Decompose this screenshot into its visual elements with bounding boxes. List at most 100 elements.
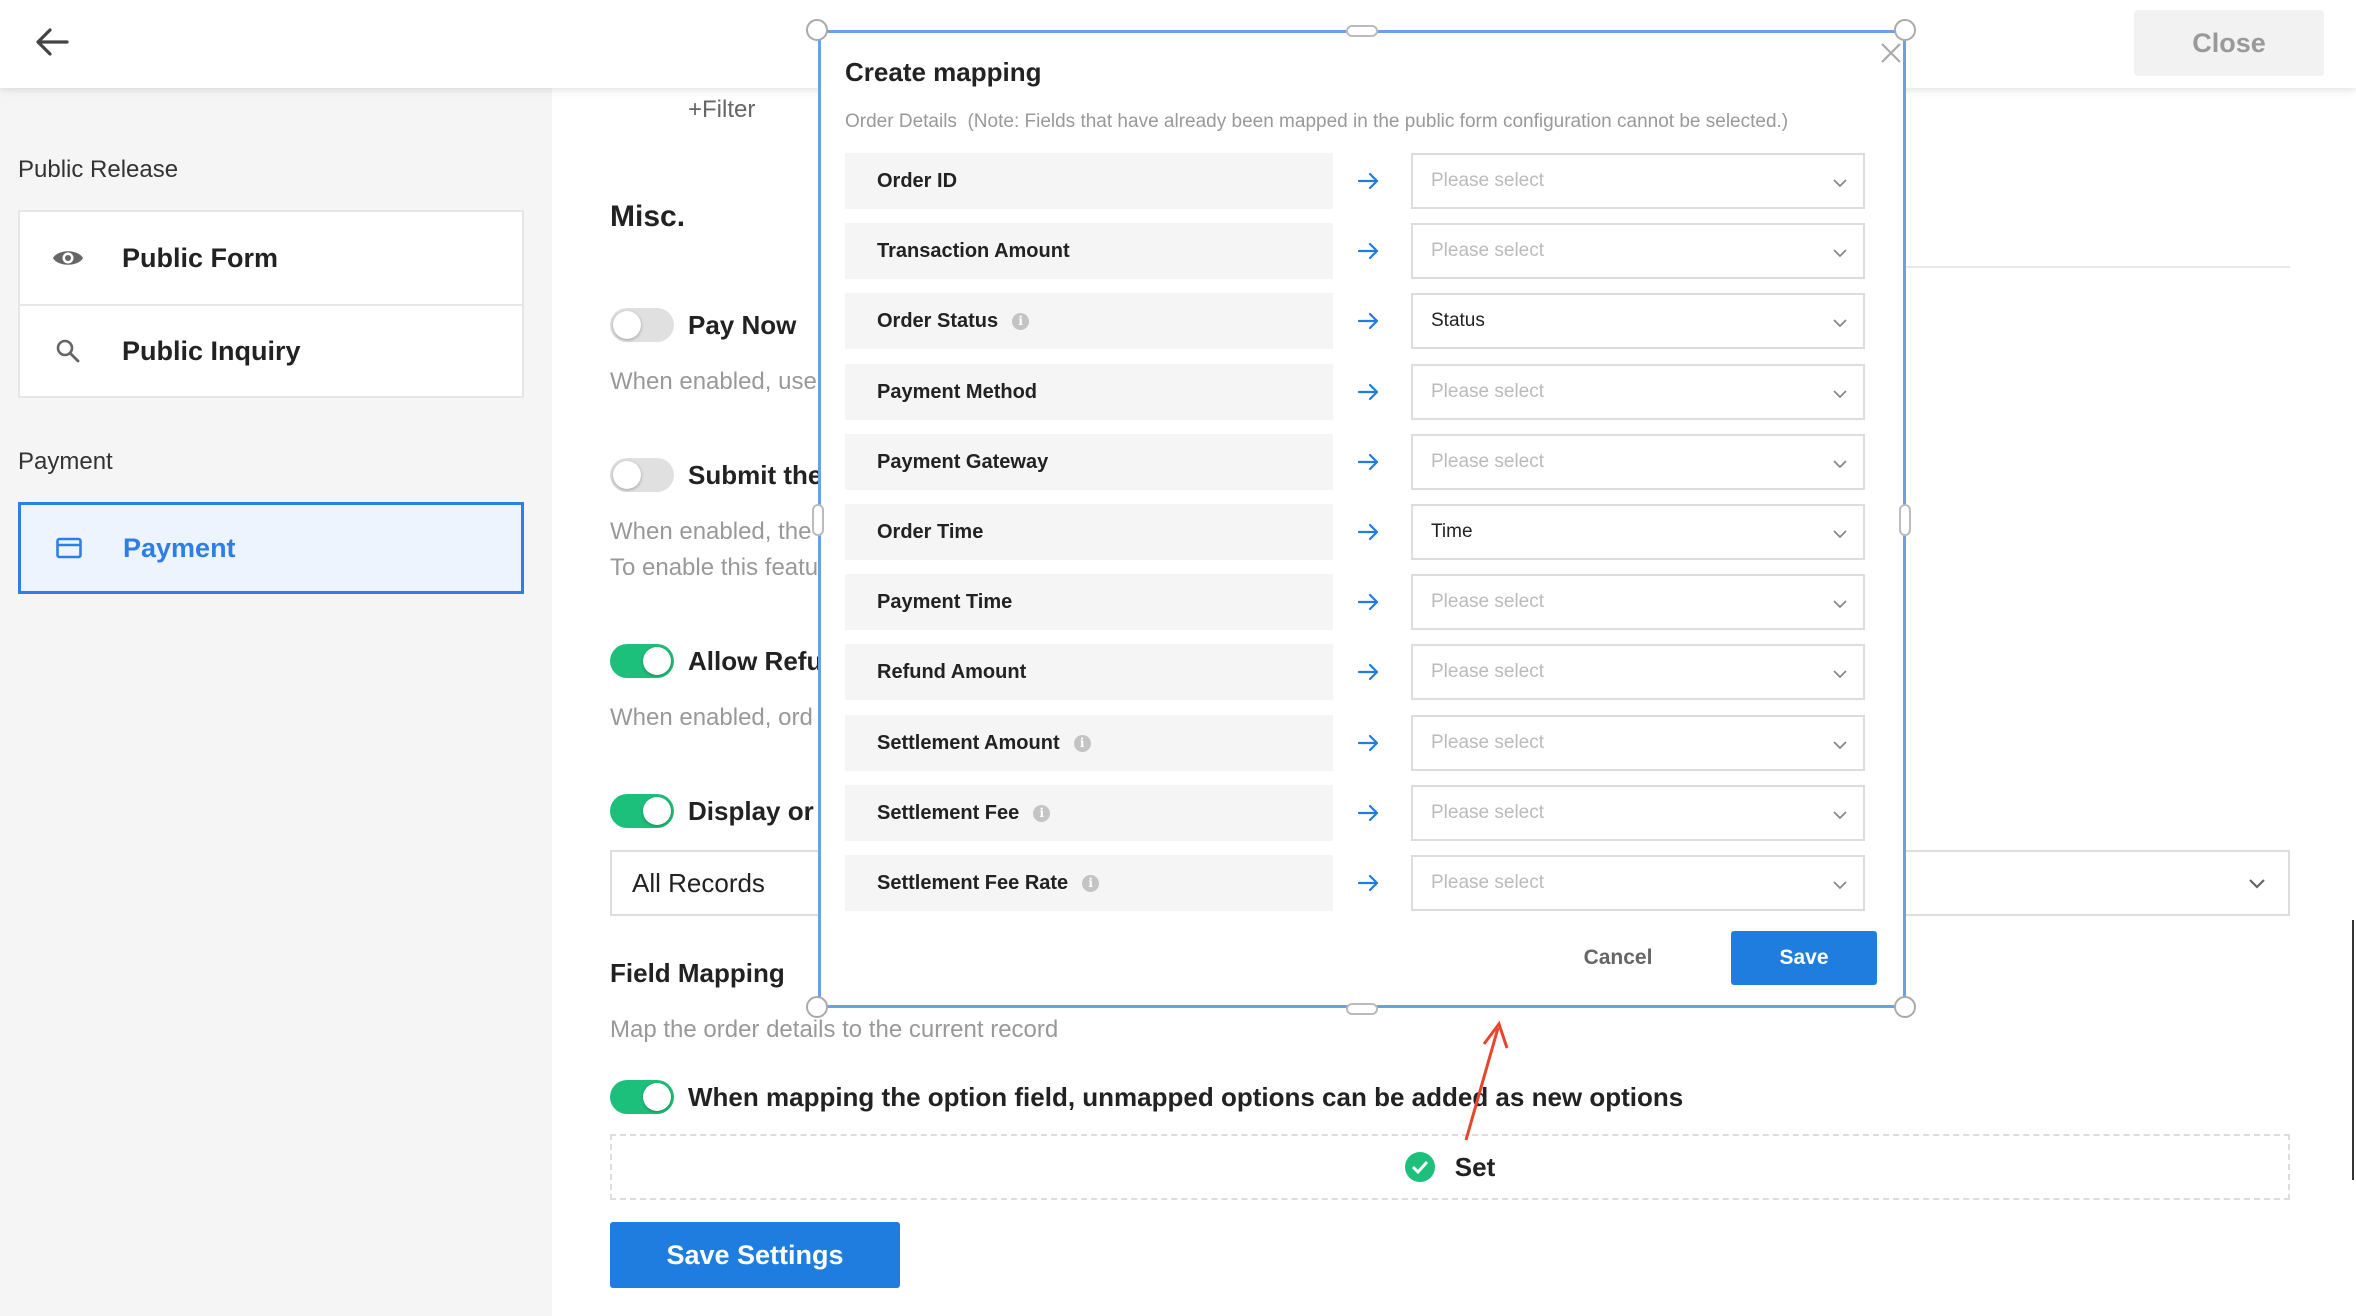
resize-handle[interactable]: [1346, 1003, 1378, 1015]
pay-now-description: When enabled, use: [610, 368, 817, 395]
info-icon[interactable]: i: [1082, 874, 1100, 892]
public-release-card: Public Form Public Inquiry: [18, 210, 524, 398]
add-new-options-toggle[interactable]: [610, 1080, 674, 1114]
chevron-down-icon: [2249, 879, 2265, 889]
sidebar-item-public-inquiry[interactable]: Public Inquiry: [20, 304, 522, 396]
resize-handle[interactable]: [1899, 504, 1911, 536]
mapping-field-label: Transaction Amount: [877, 239, 1070, 262]
resize-handle[interactable]: [1894, 996, 1916, 1018]
mapping-target-select[interactable]: Please select: [1411, 434, 1865, 490]
mapping-target-select[interactable]: Time: [1411, 504, 1865, 560]
mapping-source-field: Order Status i: [845, 293, 1333, 349]
allow-refund-toggle[interactable]: [610, 644, 674, 678]
sidebar: Public Release Public Form Public Inquir…: [0, 88, 550, 1316]
chevron-down-icon: [1833, 741, 1847, 750]
mapping-row: Order ID Please select: [845, 153, 1879, 209]
display-orders-toggle[interactable]: [610, 794, 674, 828]
mapping-row: Settlement Fee i Please select: [845, 785, 1879, 841]
mapping-source-field: Order Time: [845, 504, 1333, 560]
close-icon[interactable]: [1877, 39, 1905, 67]
mapping-source-field: Settlement Fee i: [845, 785, 1333, 841]
mapping-target-value: Status: [1431, 310, 1485, 331]
mapping-row: Order Status i Status: [845, 293, 1879, 349]
chevron-down-icon: [1833, 881, 1847, 890]
pay-now-toggle[interactable]: [610, 308, 674, 342]
back-button[interactable]: [28, 18, 76, 66]
save-settings-button[interactable]: Save Settings: [610, 1222, 900, 1288]
mapping-target-select[interactable]: Please select: [1411, 785, 1865, 841]
field-mapping-description: Map the order details to the current rec…: [610, 1016, 1059, 1043]
resize-handle[interactable]: [812, 504, 824, 536]
mapping-target-value: Please select: [1431, 451, 1545, 472]
submit-label: Submit the: [688, 460, 823, 490]
sidebar-item-label: Public Form: [122, 242, 279, 273]
mapping-row: Payment Time Please select: [845, 574, 1879, 630]
mapping-target-select[interactable]: Please select: [1411, 364, 1865, 420]
display-orders-label: Display or: [688, 796, 814, 826]
arrow-right-icon: [1357, 874, 1379, 892]
chevron-down-icon: [1833, 390, 1847, 399]
sidebar-item-payment[interactable]: Payment: [18, 502, 524, 594]
mapping-row: Refund Amount Please select: [845, 644, 1879, 700]
mapping-target-value: Please select: [1431, 661, 1545, 682]
mapping-field-label: Refund Amount: [877, 660, 1027, 683]
mapping-source-field: Payment Method: [845, 364, 1333, 420]
resize-handle[interactable]: [1346, 25, 1378, 37]
save-button[interactable]: Save: [1731, 931, 1877, 985]
resize-handle[interactable]: [806, 996, 828, 1018]
field-mapping-title: Field Mapping: [610, 958, 785, 988]
chevron-down-icon: [1833, 249, 1847, 258]
divider: [1900, 266, 2290, 268]
chevron-down-icon: [1833, 811, 1847, 820]
mapping-target-select[interactable]: Please select: [1411, 153, 1865, 209]
chevron-down-icon: [1833, 460, 1847, 469]
mapping-row: Settlement Amount i Please select: [845, 715, 1879, 771]
create-mapping-dialog: Create mapping Order Details (Note: Fiel…: [818, 30, 1906, 1008]
mapping-target-select[interactable]: Please select: [1411, 223, 1865, 279]
mapping-target-select[interactable]: Please select: [1411, 574, 1865, 630]
arrow-right-icon: [1357, 734, 1379, 752]
mapping-target-value: Please select: [1431, 170, 1545, 191]
mapping-target-select[interactable]: Please select: [1411, 715, 1865, 771]
mapping-field-label: Settlement Amount: [877, 731, 1060, 754]
eye-icon: [50, 240, 86, 276]
mapping-source-field: Settlement Amount i: [845, 715, 1333, 771]
mapping-target-select[interactable]: Please select: [1411, 855, 1865, 911]
pay-now-label: Pay Now: [688, 310, 797, 340]
arrow-right-icon: [1357, 663, 1379, 681]
close-button[interactable]: Close: [2134, 10, 2324, 76]
info-icon[interactable]: i: [1073, 734, 1091, 752]
arrow-right-icon: [1357, 453, 1379, 471]
arrow-right-icon: [1357, 804, 1379, 822]
misc-section-title: Misc.: [610, 200, 686, 233]
records-scope-value: All Records: [632, 867, 765, 898]
arrow-right-icon: [1357, 383, 1379, 401]
add-filter-link[interactable]: +Filter: [688, 96, 755, 124]
mapping-target-value: Please select: [1431, 872, 1545, 893]
mapping-row: Order Time Time: [845, 504, 1879, 560]
chevron-down-icon: [1833, 670, 1847, 679]
mapping-target-select[interactable]: Please select: [1411, 644, 1865, 700]
submit-toggle[interactable]: [610, 458, 674, 492]
sidebar-item-public-form[interactable]: Public Form: [20, 212, 522, 304]
mapping-target-value: Please select: [1431, 802, 1545, 823]
info-icon[interactable]: i: [1012, 312, 1030, 330]
resize-handle[interactable]: [1894, 19, 1916, 41]
arrow-right-icon: [1357, 593, 1379, 611]
mapping-field-label: Settlement Fee: [877, 801, 1020, 824]
mapping-target-select[interactable]: Status: [1411, 293, 1865, 349]
mapping-source-field: Order ID: [845, 153, 1333, 209]
info-icon[interactable]: i: [1033, 804, 1051, 822]
dialog-title: Create mapping: [845, 57, 1042, 87]
sidebar-item-label: Payment: [123, 532, 236, 563]
resize-handle[interactable]: [806, 19, 828, 41]
chevron-down-icon: [1833, 600, 1847, 609]
mapping-source-field: Payment Time: [845, 574, 1333, 630]
submit-description-line2: To enable this featu: [610, 554, 819, 581]
payment-card: Payment: [18, 502, 524, 594]
sidebar-section-payment: Payment: [18, 448, 113, 475]
mapping-row: Payment Method Please select: [845, 364, 1879, 420]
mapping-field-label: Settlement Fee Rate: [877, 871, 1069, 894]
cancel-button[interactable]: Cancel: [1553, 931, 1683, 985]
chevron-down-icon: [1833, 530, 1847, 539]
